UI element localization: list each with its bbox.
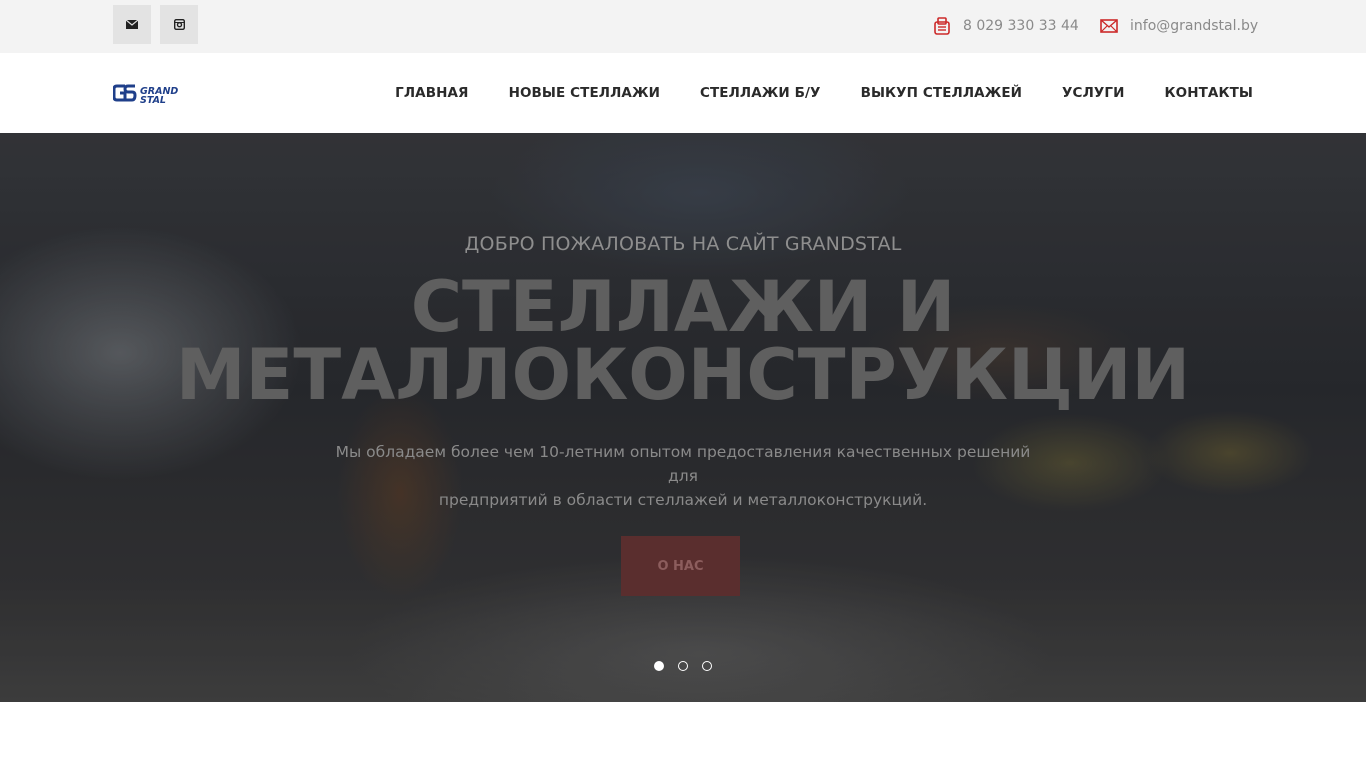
- hero-background: [0, 133, 1366, 702]
- hero-description: Мы обладаем более чем 10-летним опытом п…: [323, 440, 1043, 512]
- nav-services[interactable]: УСЛУГИ: [1062, 85, 1124, 101]
- mail-social-button[interactable]: [113, 5, 151, 44]
- slide-dot-3[interactable]: [702, 661, 712, 671]
- slide-dot-1[interactable]: [654, 661, 664, 671]
- hero-subtitle: ДОБРО ПОЖАЛОВАТЬ НА САЙТ GRANDSTAL: [464, 233, 902, 255]
- main-navigation: ГЛАВНАЯ НОВЫЕ СТЕЛЛАЖИ СТЕЛЛАЖИ Б/У ВЫКУ…: [395, 53, 1253, 133]
- top-bar: 8 029 330 33 44 info@grandstal.by: [0, 0, 1366, 53]
- phone-number[interactable]: 8 029 330 33 44: [963, 18, 1079, 34]
- hero-slider: ДОБРО ПОЖАЛОВАТЬ НА САЙТ GRANDSTAL СТЕЛЛ…: [0, 133, 1366, 702]
- slide-dot-2[interactable]: [678, 661, 688, 671]
- svg-text:STAL: STAL: [140, 95, 166, 105]
- grandstal-logo-icon: GRAND STAL: [112, 84, 178, 106]
- nav-shelving-buyback[interactable]: ВЫКУП СТЕЛЛАЖЕЙ: [861, 85, 1022, 101]
- hero-description-line-1: Мы обладаем более чем 10-летним опытом п…: [335, 443, 1031, 485]
- instagram-social-button[interactable]: [160, 5, 198, 44]
- nav-new-shelving[interactable]: НОВЫЕ СТЕЛЛАЖИ: [509, 85, 660, 101]
- email-address[interactable]: info@grandstal.by: [1130, 18, 1258, 34]
- phone-icon: [932, 16, 952, 36]
- nav-home[interactable]: ГЛАВНАЯ: [395, 85, 468, 101]
- phone-contact[interactable]: 8 029 330 33 44: [932, 16, 1079, 36]
- mail-icon: [126, 20, 138, 29]
- main-header: GRAND STAL ГЛАВНАЯ НОВЫЕ СТЕЛЛАЖИ СТЕЛЛА…: [0, 53, 1366, 133]
- hero-title-line-2: МЕТАЛЛОКОНСТРУКЦИИ: [175, 334, 1191, 416]
- hero-description-line-2: предприятий в области стеллажей и металл…: [438, 491, 928, 509]
- instagram-icon: [173, 19, 185, 30]
- envelope-icon: [1099, 16, 1119, 36]
- nav-contacts[interactable]: КОНТАКТЫ: [1165, 85, 1254, 101]
- nav-used-shelving[interactable]: СТЕЛЛАЖИ Б/У: [700, 85, 821, 101]
- slider-pagination: [654, 661, 712, 671]
- email-contact[interactable]: info@grandstal.by: [1099, 16, 1258, 36]
- grandstal-logo[interactable]: GRAND STAL: [112, 83, 195, 106]
- hero-title: СТЕЛЛАЖИ И МЕТАЛЛОКОНСТРУКЦИИ: [0, 272, 1366, 410]
- about-us-button[interactable]: О НАС: [621, 536, 740, 596]
